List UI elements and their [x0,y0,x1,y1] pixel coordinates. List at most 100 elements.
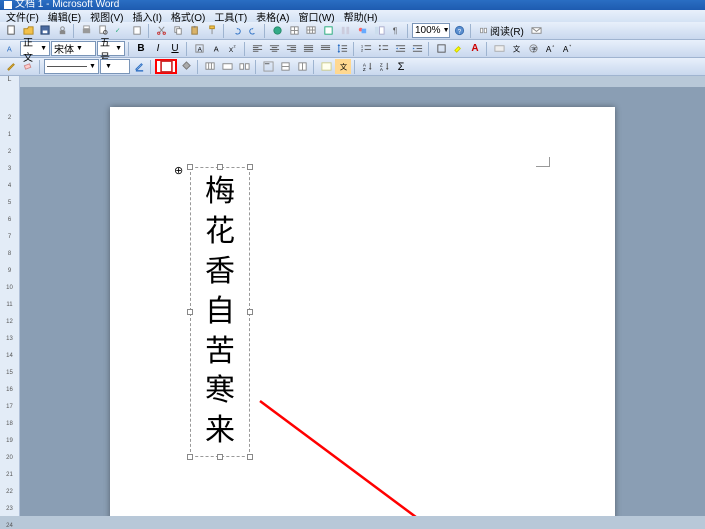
sort-desc-button[interactable]: ZA [376,59,392,74]
line-weight-dropdown[interactable]: ▼ [100,59,130,74]
superscript-button[interactable]: X2 [225,41,241,56]
toolbar-separator [470,24,472,38]
new-doc-button[interactable] [3,23,19,38]
underline-button[interactable]: U [167,41,183,56]
resize-handle-n[interactable] [217,164,223,170]
align-distribute-button[interactable] [317,41,333,56]
shrink-font-button[interactable]: A [559,41,575,56]
styles-pane-button[interactable]: A [3,41,19,56]
distribute-rows-button[interactable] [277,59,293,74]
change-text-direction-button[interactable]: 文 [335,59,351,74]
toolbar-separator [39,60,41,74]
shading-color-button[interactable] [178,59,194,74]
show-hide-button[interactable]: ¶ [388,23,404,38]
page[interactable]: ⊕ 梅花香自苦寒来 [110,107,615,516]
research-button[interactable] [129,23,145,38]
align-center-button[interactable] [266,41,282,56]
menu-edit[interactable]: 编辑(E) [48,9,81,24]
eraser-button[interactable] [20,59,36,74]
italic-button[interactable]: I [150,41,166,56]
bold-button[interactable]: B [133,41,149,56]
vertical-ruler[interactable]: 2123456789101112131415161718192021222324 [0,87,20,516]
anchor-icon: ⊕ [174,164,183,177]
drawing-toolbar-button[interactable] [354,23,370,38]
merge-cells-button[interactable] [219,59,235,74]
read-mode-button[interactable]: 阅读(R) [475,23,528,38]
phonetic-button[interactable]: 文 [508,41,524,56]
copy-button[interactable] [170,23,186,38]
menu-tools[interactable]: 工具(T) [214,9,247,24]
menu-table[interactable]: 表格(A) [256,9,289,24]
paste-button[interactable] [187,23,203,38]
font-dropdown[interactable]: 宋体▼ [51,41,96,56]
draw-table-button[interactable] [3,59,19,74]
split-cells-button[interactable] [236,59,252,74]
resize-handle-s[interactable] [217,454,223,460]
style-dropdown[interactable]: 正文▼ [20,41,50,56]
hyperlink-button[interactable] [269,23,285,38]
autosum-button[interactable]: Σ [393,59,409,74]
spellcheck-button[interactable]: ✓ [112,23,128,38]
enclose-char-button[interactable]: 字 [525,41,541,56]
cut-button[interactable] [153,23,169,38]
zoom-dropdown[interactable]: 100%▼ [412,23,450,38]
border-color-button[interactable] [131,59,147,74]
columns-button[interactable] [337,23,353,38]
resize-handle-w[interactable] [187,309,193,315]
permission-button[interactable] [54,23,70,38]
text-box[interactable]: 梅花香自苦寒来 [190,167,250,457]
line-style-dropdown[interactable]: ▼ [44,59,99,74]
drawing-toolbar: ▼ ▼ 文 AZ ZA Σ [0,58,705,76]
line-spacing-button[interactable] [334,41,350,56]
decrease-indent-button[interactable] [392,41,408,56]
menu-view[interactable]: 视图(V) [90,9,123,24]
autoformat-button[interactable] [318,59,334,74]
svg-text:A: A [213,44,218,53]
align-left-button[interactable] [249,41,265,56]
tables-borders-button[interactable] [286,23,302,38]
redo-button[interactable] [245,23,261,38]
align-right-button[interactable] [283,41,299,56]
numbering-button[interactable]: 12 [358,41,374,56]
svg-text:A: A [562,45,568,54]
resize-handle-se[interactable] [247,454,253,460]
borders-button[interactable] [433,41,449,56]
char-shading-button[interactable]: A [208,41,224,56]
font-color-button[interactable]: A [467,41,483,56]
svg-text:文: 文 [512,44,520,53]
ruler-tick: 4 [8,183,11,189]
grow-font-button[interactable]: A [542,41,558,56]
help-button[interactable]: ? [451,23,467,38]
menu-format[interactable]: 格式(O) [171,9,205,24]
menu-help[interactable]: 帮助(H) [344,9,378,24]
document-area[interactable]: ⊕ 梅花香自苦寒来 [20,87,705,516]
align-top-left-button[interactable] [260,59,276,74]
resize-handle-nw[interactable] [187,164,193,170]
align-justify-button[interactable] [300,41,316,56]
outside-border-button[interactable] [155,59,177,74]
menu-insert[interactable]: 插入(I) [132,9,161,24]
font-size-dropdown[interactable]: 五号▼ [97,41,125,56]
increase-indent-button[interactable] [409,41,425,56]
menu-window[interactable]: 窗口(W) [299,9,335,24]
undo-button[interactable] [228,23,244,38]
resize-handle-e[interactable] [247,309,253,315]
distribute-cols-button[interactable] [294,59,310,74]
menu-file[interactable]: 文件(F) [6,9,39,24]
text-char: 自 [205,292,235,332]
char-border-button[interactable]: A [191,41,207,56]
highlight-button[interactable] [450,41,466,56]
format-painter-button[interactable] [204,23,220,38]
resize-handle-sw[interactable] [187,454,193,460]
resize-handle-ne[interactable] [247,164,253,170]
bullets-button[interactable] [375,41,391,56]
insert-table-button[interactable] [303,23,319,38]
save-button[interactable] [37,23,53,38]
doc-map-button[interactable] [371,23,387,38]
insert-excel-button[interactable] [320,23,336,38]
sort-asc-button[interactable]: AZ [359,59,375,74]
insert-table-button-2[interactable] [202,59,218,74]
envelope-button[interactable] [529,23,545,38]
field-button[interactable] [491,41,507,56]
print-button[interactable] [78,23,94,38]
